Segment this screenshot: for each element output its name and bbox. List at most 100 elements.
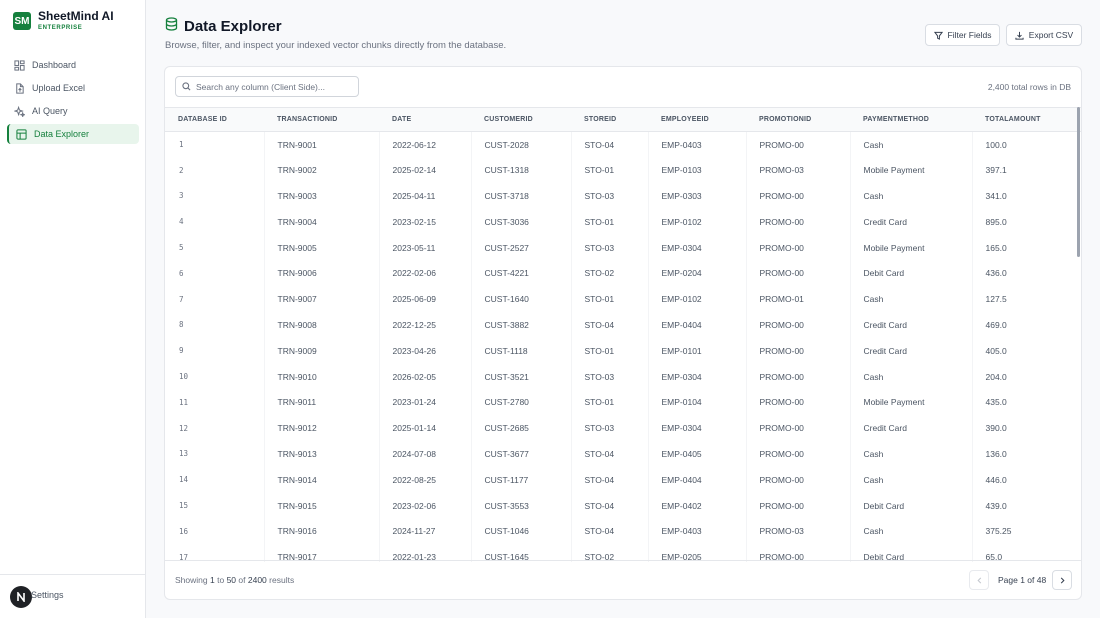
cell-database-id: 8 <box>165 312 265 338</box>
cell-employee-id: EMP-0102 <box>648 208 747 235</box>
cell-employee-id: EMP-0204 <box>648 260 747 287</box>
page-header: Data Explorer <box>165 17 282 36</box>
cell-promotion-id: PROMO-00 <box>746 441 851 467</box>
cell-database-id: 11 <box>165 389 265 416</box>
next-page-button[interactable] <box>1052 570 1072 590</box>
results-suffix: results <box>269 575 295 585</box>
sidebar-item-data-explorer[interactable]: Data Explorer <box>7 124 139 144</box>
cell-payment-method: Cash <box>850 441 973 467</box>
cell-customer-id: CUST-2527 <box>471 234 572 261</box>
table-row[interactable]: 14 TRN-9014 2022-08-25 CUST-1177 STO-04 EMP-0… <box>165 466 1081 493</box>
cell-database-id: 5 <box>165 234 265 261</box>
cell-payment-method: Credit Card <box>850 208 973 235</box>
cell-database-id: 9 <box>165 337 265 364</box>
cell-transaction-id: TRN-9003 <box>264 183 380 209</box>
cell-database-id: 7 <box>165 286 265 313</box>
cell-employee-id: EMP-0404 <box>648 466 747 493</box>
sidebar-item-upload-excel[interactable]: Upload Excel <box>7 78 139 98</box>
table-row[interactable]: 10 TRN-9010 2026-02-05 CUST-3521 STO-03 EMP-0… <box>165 363 1081 390</box>
export-csv-label: Export CSV <box>1028 30 1074 40</box>
database-icon <box>165 17 178 36</box>
table-row[interactable]: 2 TRN-9002 2025-02-14 CUST-1318 STO-01 EMP-01… <box>165 157 1081 184</box>
cell-store-id: STO-02 <box>571 260 649 287</box>
cell-promotion-id: PROMO-00 <box>746 337 851 364</box>
search-icon <box>182 82 191 91</box>
assistant-button[interactable] <box>10 586 32 608</box>
column-header[interactable]: DATE <box>379 107 471 132</box>
cell-customer-id: CUST-3718 <box>471 183 572 209</box>
sidebar-item-dashboard[interactable]: Dashboard <box>7 55 139 75</box>
table-row[interactable]: 4 TRN-9004 2023-02-15 CUST-3036 STO-01 EMP-01… <box>165 208 1081 235</box>
table-row[interactable]: 11 TRN-9011 2023-01-24 CUST-2780 STO-01 EMP-0… <box>165 389 1081 416</box>
table-row[interactable]: 9 TRN-9009 2023-04-26 CUST-1118 STO-01 EMP-01… <box>165 337 1081 364</box>
cell-employee-id: EMP-0102 <box>648 286 747 313</box>
cell-customer-id: CUST-1318 <box>471 157 572 184</box>
export-csv-button[interactable]: Export CSV <box>1006 24 1082 46</box>
table-row[interactable]: 3 TRN-9003 2025-04-11 CUST-3718 STO-03 EMP-03… <box>165 183 1081 209</box>
cell-database-id: 13 <box>165 441 265 467</box>
cell-database-id: 12 <box>165 415 265 442</box>
vertical-scrollbar[interactable] <box>1077 107 1080 257</box>
cell-database-id: 4 <box>165 208 265 235</box>
cell-employee-id: EMP-0403 <box>648 518 747 545</box>
cell-database-id: 6 <box>165 260 265 287</box>
search-input[interactable] <box>196 81 351 92</box>
table-row[interactable]: 5 TRN-9005 2023-05-11 CUST-2527 STO-03 EMP-03… <box>165 234 1081 261</box>
cell-payment-method: Cash <box>850 466 973 493</box>
column-header[interactable]: STOREID <box>571 107 648 132</box>
cell-store-id: STO-04 <box>571 131 649 158</box>
cell-customer-id: CUST-3882 <box>471 312 572 338</box>
file-upload-icon <box>13 82 25 94</box>
table-scroll-area[interactable]: DATABASE ID TRANSACTIONID DATE CUSTOMERI… <box>165 107 1081 562</box>
data-table-card: 2,400 total rows in DB DATABASE ID TRANS… <box>164 66 1082 600</box>
cell-total-amount: 127.5 <box>985 294 1007 305</box>
column-header[interactable]: EMPLOYEEID <box>648 107 746 132</box>
brand-tier: ENTERPRISE <box>38 25 83 31</box>
table-row[interactable]: 16 TRN-9016 2024-11-27 CUST-1046 STO-04 EMP-0… <box>165 518 1081 545</box>
brand[interactable]: SM SheetMind AI ENTERPRISE <box>13 10 114 32</box>
sidebar-item-label: Data Explorer <box>34 129 90 139</box>
cell-payment-method: Debit Card <box>850 260 973 287</box>
column-header[interactable]: TOTALAMOUNT <box>972 107 1081 132</box>
cell-date: 2026-02-05 <box>379 363 472 390</box>
table-row[interactable]: 6 TRN-9006 2022-02-06 CUST-4221 STO-02 EMP-02… <box>165 260 1081 287</box>
table-row[interactable]: 8 TRN-9008 2022-12-25 CUST-3882 STO-04 EMP-04… <box>165 312 1081 338</box>
sidebar-item-ai-query[interactable]: AI Query <box>7 101 139 121</box>
page-indicator: Page 1 of 48 <box>998 575 1047 585</box>
table-row[interactable]: 15 TRN-9015 2023-02-06 CUST-3553 STO-04 EMP-0… <box>165 492 1081 519</box>
cell-transaction-id: TRN-9016 <box>264 518 380 545</box>
table-row[interactable]: 1 TRN-9001 2022-06-12 CUST-2028 STO-04 EMP-04… <box>165 131 1081 158</box>
sidebar-item-settings[interactable]: Settings <box>31 590 64 600</box>
download-icon <box>1015 31 1024 40</box>
filter-fields-button[interactable]: Filter Fields <box>925 24 1000 46</box>
cell-date: 2023-04-26 <box>379 337 472 364</box>
column-header[interactable]: TRANSACTIONID <box>264 107 379 132</box>
cell-payment-method: Cash <box>850 518 973 545</box>
cell-employee-id: EMP-0104 <box>648 389 747 416</box>
cell-store-id: STO-01 <box>571 208 649 235</box>
cell-total-amount: 397.1 <box>985 165 1007 176</box>
cell-store-id: STO-04 <box>571 466 649 493</box>
column-header[interactable]: PAYMENTMETHOD <box>850 107 972 132</box>
cell-store-id: STO-04 <box>571 492 649 519</box>
sidebar-item-label: AI Query <box>32 106 68 116</box>
cell-total-amount: 375.25 <box>985 526 1012 537</box>
cell-database-id: 3 <box>165 183 265 209</box>
cell-customer-id: CUST-1046 <box>471 518 572 545</box>
cell-transaction-id: TRN-9007 <box>264 286 380 313</box>
cell-customer-id: CUST-4221 <box>471 260 572 287</box>
cell-promotion-id: PROMO-00 <box>746 389 851 416</box>
sidebar-nav: Dashboard Upload Excel AI Query Data Exp… <box>7 55 139 147</box>
table-row[interactable]: 12 TRN-9012 2025-01-14 CUST-2685 STO-03 EMP-0… <box>165 415 1081 442</box>
column-header[interactable]: CUSTOMERID <box>471 107 571 132</box>
cell-total-amount: 165.0 <box>985 242 1007 253</box>
cell-date: 2025-04-11 <box>379 183 472 209</box>
column-header[interactable]: DATABASE ID <box>165 107 264 132</box>
table-row[interactable]: 7 TRN-9007 2025-06-09 CUST-1640 STO-01 EMP-01… <box>165 286 1081 313</box>
cell-database-id: 10 <box>165 363 265 390</box>
previous-page-button[interactable] <box>969 570 989 590</box>
cell-total-amount: 136.0 <box>985 448 1007 459</box>
cell-transaction-id: TRN-9013 <box>264 441 380 467</box>
column-header[interactable]: PROMOTIONID <box>746 107 850 132</box>
table-row[interactable]: 13 TRN-9013 2024-07-08 CUST-3677 STO-04 EMP-0… <box>165 441 1081 467</box>
